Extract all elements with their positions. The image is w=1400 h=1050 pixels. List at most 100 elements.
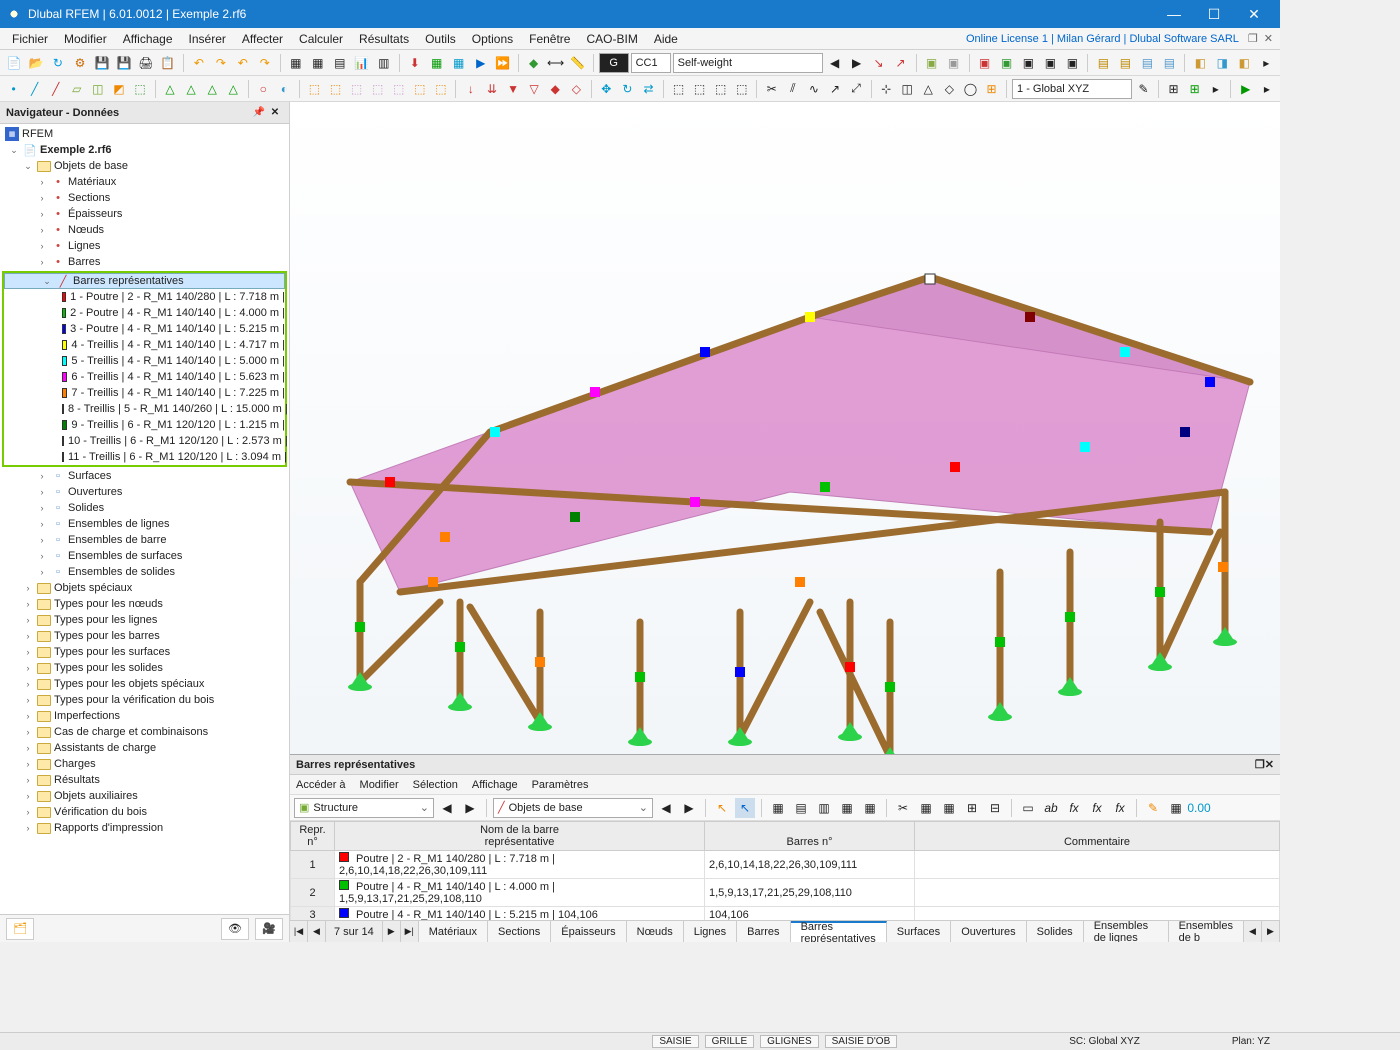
bp-combo-objets[interactable]: ╱Objets de base⌄ — [493, 798, 653, 818]
view4-icon[interactable]: ⬚ — [732, 79, 751, 99]
addon1-icon[interactable]: ▣ — [975, 53, 995, 73]
load2-icon[interactable]: ⇊ — [482, 79, 501, 99]
bp-menu-parametres[interactable]: Paramètres — [532, 779, 589, 791]
bp-fx3-icon[interactable]: fx — [1087, 798, 1107, 818]
tree-folder[interactable]: ›Types pour les lignes — [0, 612, 289, 628]
status-glignes[interactable]: GLIGNES — [760, 1035, 818, 1048]
lc-tool2-icon[interactable]: ↗ — [891, 53, 911, 73]
refresh-icon[interactable]: ↻ — [48, 53, 68, 73]
tree-item[interactable]: ›▫Ensembles de barre — [0, 532, 289, 548]
cs-edit-icon[interactable]: ✎ — [1134, 79, 1153, 99]
tree-folder[interactable]: ›Objets auxiliaires — [0, 788, 289, 804]
edit4-icon[interactable]: ↗ — [825, 79, 844, 99]
disp2-icon[interactable]: ▤ — [1115, 53, 1135, 73]
bottom-grid[interactable]: Repr.n° Nom de la barrereprésentative Ba… — [290, 821, 1280, 920]
tree-item[interactable]: ›▫Ensembles de surfaces — [0, 548, 289, 564]
nav-eye-icon[interactable]: 👁 — [221, 918, 249, 940]
member-icon[interactable]: ╱ — [46, 79, 65, 99]
grid1-icon[interactable]: ⊞ — [1164, 79, 1183, 99]
bp-fx1-icon[interactable]: ab — [1041, 798, 1061, 818]
bp-menu-affichage[interactable]: Affichage — [472, 779, 518, 791]
bp-menu-selection[interactable]: Sélection — [413, 779, 458, 791]
support-icon[interactable]: △ — [161, 79, 180, 99]
tree-folder[interactable]: ›Types pour la vérification du bois — [0, 692, 289, 708]
bp-next1-icon[interactable]: ▶ — [460, 798, 480, 818]
sel3-icon[interactable]: ⬚ — [347, 79, 366, 99]
tree-rep-item[interactable]: 8 - Treillis | 5 - R_M1 140/260 | L : 15… — [4, 401, 285, 417]
grid3-icon[interactable]: ▸ — [1206, 79, 1225, 99]
tree-item[interactable]: ›•Épaisseurs — [0, 206, 289, 222]
tree-folder[interactable]: ›Charges — [0, 756, 289, 772]
model-icon[interactable]: ▣ — [922, 53, 942, 73]
bp-t1-icon[interactable]: ▦ — [768, 798, 788, 818]
menu-options[interactable]: Options — [464, 30, 521, 48]
prev-lc-icon[interactable]: ◀ — [825, 53, 845, 73]
bp-fx4-icon[interactable]: fx — [1110, 798, 1130, 818]
sel4-icon[interactable]: ⬚ — [368, 79, 387, 99]
undo-icon[interactable]: ↶ — [189, 53, 209, 73]
new-icon[interactable]: 📄 — [4, 53, 24, 73]
open-icon[interactable]: 📂 — [26, 53, 46, 73]
edit1-icon[interactable]: ✂ — [762, 79, 781, 99]
load5-icon[interactable]: ◆ — [546, 79, 565, 99]
bp-fx2-icon[interactable]: fx — [1064, 798, 1084, 818]
box3-icon[interactable]: ◧ — [1234, 53, 1254, 73]
snap4-icon[interactable]: ◇ — [940, 79, 959, 99]
tree-folder[interactable]: ›Types pour les barres — [0, 628, 289, 644]
coord-system-combo[interactable]: 1 - Global XYZ — [1012, 79, 1132, 99]
loadcase-combo[interactable]: Self-weight — [673, 53, 823, 73]
table4-icon[interactable]: ▥ — [374, 53, 394, 73]
bp-dec-icon[interactable]: 0.00 — [1189, 798, 1209, 818]
bp-menu-acceder[interactable]: Accéder à — [296, 779, 346, 791]
ruler-icon[interactable]: 📏 — [568, 53, 588, 73]
menu-outils[interactable]: Outils — [417, 30, 464, 48]
snap1-icon[interactable]: ⊹ — [877, 79, 896, 99]
pin-icon[interactable]: 📌 — [251, 105, 267, 121]
addon4-icon[interactable]: ▣ — [1040, 53, 1060, 73]
disp4-icon[interactable]: ▤ — [1159, 53, 1179, 73]
sel2-icon[interactable]: ⬚ — [326, 79, 345, 99]
tree-folder[interactable]: ›Types pour les solides — [0, 660, 289, 676]
tree-item[interactable]: ›•Lignes — [0, 238, 289, 254]
tree-folder[interactable]: ›Rapports d'impression — [0, 820, 289, 836]
edit5-icon[interactable]: ⤢ — [847, 79, 866, 99]
snap5-icon[interactable]: ◯ — [961, 79, 980, 99]
loadcase-id[interactable]: CC1 — [631, 53, 671, 73]
print-icon[interactable]: 🖨 — [136, 53, 156, 73]
bp-t3-icon[interactable]: ▥ — [814, 798, 834, 818]
mdi-restore-icon[interactable]: ❐ — [1245, 32, 1261, 45]
bp-prev2-icon[interactable]: ◀ — [656, 798, 676, 818]
tree-barres-representatives[interactable]: ⌄╱Barres représentatives — [4, 273, 285, 289]
model2-icon[interactable]: ▣ — [944, 53, 964, 73]
bp-x2-icon[interactable]: ▦ — [1166, 798, 1186, 818]
sel6-icon[interactable]: ⬚ — [410, 79, 429, 99]
bp-t2-icon[interactable]: ▤ — [791, 798, 811, 818]
menu-modifier[interactable]: Modifier — [56, 30, 115, 48]
surface-icon[interactable]: ▱ — [67, 79, 86, 99]
tree-item[interactable]: ›▫Ensembles de solides — [0, 564, 289, 580]
maximize-button[interactable]: ☐ — [1194, 0, 1234, 28]
combos-icon[interactable]: ▦ — [427, 53, 447, 73]
table-row[interactable]: 3 Poutre | 4 - R_M1 140/140 | L : 5.215 … — [291, 907, 1280, 921]
bp-t4-icon[interactable]: ▦ — [837, 798, 857, 818]
script2-icon[interactable]: ▸ — [1257, 79, 1276, 99]
loads-icon[interactable]: ⬇ — [405, 53, 425, 73]
script-icon[interactable]: ▶ — [1236, 79, 1255, 99]
bottom-tab[interactable]: Barres représentatives — [791, 921, 887, 942]
saveall-icon[interactable]: 💾 — [114, 53, 134, 73]
snap2-icon[interactable]: ◫ — [898, 79, 917, 99]
move-icon[interactable]: ✥ — [597, 79, 616, 99]
view1-icon[interactable]: ⬚ — [669, 79, 688, 99]
table3-icon[interactable]: ▤ — [330, 53, 350, 73]
load6-icon[interactable]: ◇ — [567, 79, 586, 99]
bottom-tab[interactable]: Solides — [1027, 921, 1084, 942]
snap3-icon[interactable]: △ — [919, 79, 938, 99]
tree-folder[interactable]: ›Types pour les surfaces — [0, 644, 289, 660]
bp-pick2-icon[interactable]: ↖ — [735, 798, 755, 818]
tree-folder[interactable]: ›Types pour les objets spéciaux — [0, 676, 289, 692]
bottom-tab[interactable]: Ouvertures — [951, 921, 1026, 942]
load1-icon[interactable]: ↓ — [461, 79, 480, 99]
bp-x1-icon[interactable]: ✎ — [1143, 798, 1163, 818]
tree-folder[interactable]: ›Résultats — [0, 772, 289, 788]
box1-icon[interactable]: ◧ — [1190, 53, 1210, 73]
